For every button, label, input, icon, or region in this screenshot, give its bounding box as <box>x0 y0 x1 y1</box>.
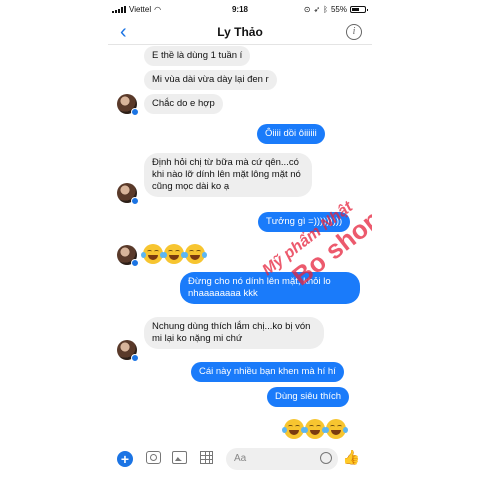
tears-of-joy-icon <box>282 419 306 439</box>
tears-of-joy-icon <box>162 244 186 264</box>
message-placeholder: Aa <box>234 453 247 464</box>
message-outgoing[interactable]: Dùng siêu thích <box>267 387 350 407</box>
messenger-badge-icon <box>131 354 139 362</box>
apps-icon[interactable] <box>200 451 213 464</box>
message-incoming[interactable]: E thề là dùng 1 tuần í <box>144 46 251 66</box>
info-icon[interactable]: i <box>346 24 362 40</box>
status-icons: ⊙ ➶ ᛒ 55% <box>303 5 368 14</box>
avatar[interactable] <box>117 94 139 116</box>
emoji-reaction-group <box>282 419 348 439</box>
messenger-badge-icon <box>131 108 139 116</box>
bluetooth-icon: ᛒ <box>323 5 328 14</box>
emoji-reaction-group <box>141 244 207 264</box>
battery-icon <box>350 6 368 13</box>
camera-icon[interactable] <box>146 451 161 464</box>
alarm-icon: ⊙ <box>303 5 311 14</box>
emoji-icon[interactable] <box>320 452 332 464</box>
message-incoming[interactable]: Chắc do e hợp <box>144 94 223 114</box>
contact-name[interactable]: Ly Thảo <box>108 25 372 39</box>
message-incoming[interactable]: Nchung dùng thích lắm chị...ko bị vón mi… <box>144 317 324 349</box>
message-incoming[interactable]: Mi vùa dài vừa dày lại đen r <box>144 70 277 90</box>
location-icon: ➶ <box>313 5 321 14</box>
tears-of-joy-icon <box>183 244 207 264</box>
tears-of-joy-icon <box>303 419 327 439</box>
message-input[interactable]: Aa <box>226 448 338 470</box>
message-outgoing[interactable]: Ôiiii dồi ôiiiiii <box>257 124 325 144</box>
gallery-icon[interactable] <box>172 451 187 464</box>
message-composer: + Aa 👍 <box>108 442 372 476</box>
tears-of-joy-icon <box>141 244 165 264</box>
thumbs-up-icon[interactable]: 👍 <box>343 449 360 466</box>
message-outgoing[interactable]: Tưởng gì =))))))))) <box>258 212 351 232</box>
chat-header: ‹ Ly Thảo i <box>108 22 372 45</box>
status-bar: Viettel ◠ 9:18 ⊙ ➶ ᛒ 55% <box>108 0 372 22</box>
plus-icon[interactable]: + <box>117 451 133 467</box>
message-outgoing[interactable]: Cái này nhiều bạn khen mà hí hí <box>191 362 344 382</box>
battery-percent: 55% <box>330 5 347 14</box>
message-outgoing[interactable]: Đừng cho nó dính lên mặt, khỏi lo nhaaaa… <box>180 272 360 304</box>
avatar[interactable] <box>117 183 139 205</box>
messenger-screen: Viettel ◠ 9:18 ⊙ ➶ ᛒ 55% ‹ Ly Thảo i E t… <box>108 0 372 480</box>
tears-of-joy-icon <box>324 419 348 439</box>
messenger-badge-icon <box>131 259 139 267</box>
avatar[interactable] <box>117 340 139 362</box>
message-incoming[interactable]: Định hỏi chị từ bữa mà cứ qên...có khi n… <box>144 153 312 197</box>
messenger-badge-icon <box>131 197 139 205</box>
avatar[interactable] <box>117 245 139 267</box>
